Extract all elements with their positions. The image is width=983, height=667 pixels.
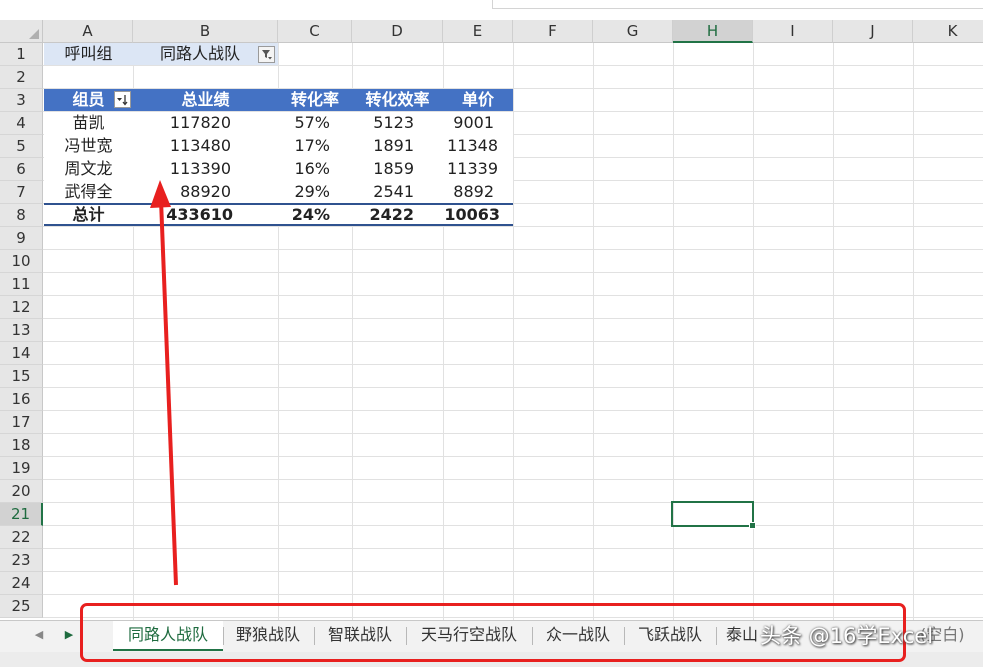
pivot-total-label[interactable]: 总计 (44, 204, 133, 226)
watermark: 头条 @16学Excel (760, 624, 934, 648)
column-header-e[interactable]: E (443, 20, 513, 43)
worksheet-grid[interactable]: A B C D E F G H I J K 1 2 3 4 5 6 7 8 9 … (0, 20, 983, 620)
row-header-10[interactable]: 10 (0, 250, 43, 273)
gridline (513, 43, 514, 620)
column-header-g[interactable]: G (593, 20, 673, 43)
row-header-14[interactable]: 14 (0, 342, 43, 365)
pivot-header-row: 组员 总业绩 转化率 转化效率 单价 (44, 89, 513, 111)
column-header-j[interactable]: J (833, 20, 913, 43)
sort-dropdown-button[interactable] (114, 91, 131, 108)
pivot-cell-total-sales[interactable]: 113480 (133, 135, 231, 157)
row-header-11[interactable]: 11 (0, 273, 43, 296)
row-header-13[interactable]: 13 (0, 319, 43, 342)
gridline (43, 65, 983, 66)
row-header-5[interactable]: 5 (0, 135, 43, 158)
filter-label: 呼叫组 (64, 44, 113, 63)
row-header-23[interactable]: 23 (0, 549, 43, 572)
column-header-c[interactable]: C (278, 20, 352, 43)
sort-icon (117, 95, 128, 106)
row-header-16[interactable]: 16 (0, 388, 43, 411)
column-header-f[interactable]: F (513, 20, 593, 43)
select-all-corner[interactable] (0, 20, 43, 43)
pivot-cell-conversion-efficiency[interactable]: 1859 (352, 158, 414, 180)
gridline (753, 43, 754, 620)
row-header-19[interactable]: 19 (0, 457, 43, 480)
pivot-cell-member[interactable]: 苗凯 (44, 112, 133, 134)
row-header-6[interactable]: 6 (0, 158, 43, 181)
row-header-18[interactable]: 18 (0, 434, 43, 457)
row-header-15[interactable]: 15 (0, 365, 43, 388)
gridline (833, 43, 834, 620)
row-header-24[interactable]: 24 (0, 572, 43, 595)
annotation-arrow (150, 180, 178, 586)
pivot-cell-member[interactable]: 周文龙 (44, 158, 133, 180)
pivot-cell-conversion-rate[interactable]: 29% (278, 181, 330, 203)
next-sheet-icon[interactable]: ▶ (63, 628, 75, 642)
row-header-8[interactable]: 8 (0, 204, 43, 227)
column-header-b[interactable]: B (133, 20, 278, 43)
row-header-9[interactable]: 9 (0, 227, 43, 250)
pivot-total-conversion-efficiency[interactable]: 2422 (352, 204, 414, 226)
row-header-2[interactable]: 2 (0, 66, 43, 89)
filter-dropdown-button[interactable] (258, 46, 275, 63)
column-header-k[interactable]: K (913, 20, 983, 43)
gridline (593, 43, 594, 620)
row-header-4[interactable]: 4 (0, 112, 43, 135)
pivot-cell-unit-price[interactable]: 8892 (443, 181, 494, 203)
pivot-cell-member[interactable]: 冯世宽 (44, 135, 133, 157)
row-header-21[interactable]: 21 (0, 503, 43, 526)
column-header-h[interactable]: H (673, 20, 753, 43)
row-header-22[interactable]: 22 (0, 526, 43, 549)
pivot-cell-conversion-rate[interactable]: 17% (278, 135, 330, 157)
prev-sheet-icon[interactable]: ◀ (33, 628, 45, 642)
selected-cell-h21[interactable] (671, 501, 756, 529)
row-header-17[interactable]: 17 (0, 411, 43, 434)
pivot-header-conversion-rate: 转化率 (290, 90, 339, 109)
row-header-20[interactable]: 20 (0, 480, 43, 503)
pivot-cell-conversion-efficiency[interactable]: 5123 (352, 112, 414, 134)
gridline (43, 594, 983, 595)
filter-value[interactable]: 同路人战队 (140, 43, 260, 65)
pivot-header-total-sales: 总业绩 (181, 90, 230, 109)
formula-bar-area (0, 0, 983, 20)
row-header-3[interactable]: 3 (0, 89, 43, 112)
row-header-12[interactable]: 12 (0, 296, 43, 319)
gridline (913, 43, 914, 620)
row-header-25[interactable]: 25 (0, 595, 43, 618)
column-header-d[interactable]: D (352, 20, 443, 43)
gridline (673, 43, 674, 620)
column-header-a[interactable]: A (43, 20, 133, 43)
pivot-header-unit-price: 单价 (461, 90, 494, 109)
pivot-cell-unit-price[interactable]: 9001 (443, 112, 494, 134)
row-header-1[interactable]: 1 (0, 43, 43, 66)
pivot-cell-unit-price[interactable]: 11339 (443, 158, 498, 180)
formula-bar[interactable] (492, 0, 983, 9)
column-header-i[interactable]: I (753, 20, 833, 43)
pivot-total-conversion-rate[interactable]: 24% (278, 204, 330, 226)
pivot-cell-conversion-rate[interactable]: 16% (278, 158, 330, 180)
pivot-cell-conversion-efficiency[interactable]: 2541 (352, 181, 414, 203)
pivot-cell-conversion-efficiency[interactable]: 1891 (352, 135, 414, 157)
pivot-cell-member[interactable]: 武得全 (44, 181, 133, 203)
pivot-cell-total-sales[interactable]: 117820 (133, 112, 231, 134)
row-header-7[interactable]: 7 (0, 181, 43, 204)
pivot-total-unit-price[interactable]: 10063 (443, 204, 500, 226)
pivot-cell-conversion-rate[interactable]: 57% (278, 112, 330, 134)
pivot-header-conversion-efficiency: 转化效率 (365, 90, 430, 109)
filter-icon (262, 50, 272, 60)
pivot-cell-unit-price[interactable]: 11348 (443, 135, 498, 157)
